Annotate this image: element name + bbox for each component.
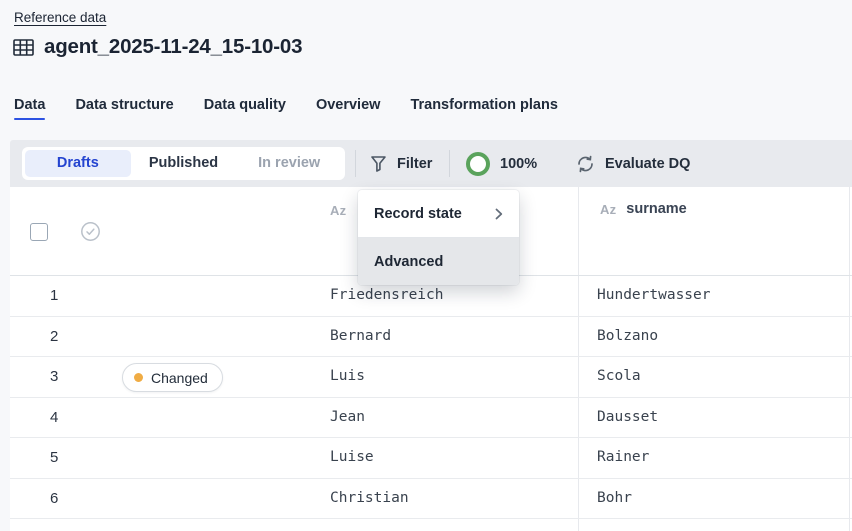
evaluate-dq-label: Evaluate DQ xyxy=(605,155,691,172)
table-row[interactable]: 2 Bernard Bolzano xyxy=(10,317,852,357)
submenu-chevron-icon xyxy=(495,208,503,220)
record-state-circle-check-icon[interactable] xyxy=(80,221,101,247)
column-type-icon-name: Az xyxy=(330,203,347,218)
table-row[interactable]: 5 Luise Rainer xyxy=(10,438,852,479)
menu-item-label: Advanced xyxy=(374,253,444,270)
filter-label: Filter xyxy=(397,155,433,172)
cell-name[interactable]: Christian xyxy=(330,490,409,506)
column-type-icon-surname: Az xyxy=(600,201,617,217)
row-number: 5 xyxy=(50,449,59,466)
cell-surname[interactable]: Rainer xyxy=(597,449,649,465)
record-state-segmented-control: Drafts Published In review xyxy=(22,147,345,180)
cell-name[interactable]: Friedensreich xyxy=(330,287,444,303)
evaluate-dq-button[interactable]: Evaluate DQ xyxy=(576,140,690,187)
tab-data[interactable]: Data xyxy=(14,97,46,123)
table-grid-icon xyxy=(13,38,34,56)
segment-in-review[interactable]: In review xyxy=(236,150,342,177)
funnel-icon xyxy=(370,155,387,173)
tab-overview[interactable]: Overview xyxy=(316,97,381,123)
filter-context-menu: Record state Advanced xyxy=(358,190,519,285)
cell-name[interactable]: Bernard xyxy=(330,328,391,344)
cell-surname[interactable]: Scola xyxy=(597,368,641,384)
cell-surname[interactable]: Bohr xyxy=(597,490,632,506)
toolbar: Drafts Published In review Filter 100% E… xyxy=(10,140,852,187)
cell-surname[interactable]: Dausset xyxy=(597,409,658,425)
table-row[interactable]: 4 Jean Dausset xyxy=(10,398,852,438)
column-label-surname: surname xyxy=(626,201,687,217)
cell-name[interactable]: Luise xyxy=(330,449,374,465)
menu-item-record-state[interactable]: Record state xyxy=(358,190,519,237)
segment-drafts[interactable]: Drafts xyxy=(25,150,131,177)
dq-ring-icon xyxy=(466,151,490,176)
tab-data-structure[interactable]: Data structure xyxy=(75,97,173,123)
cell-name[interactable]: Luis xyxy=(330,368,365,384)
row-number: 6 xyxy=(50,489,59,507)
cell-name[interactable]: Jean xyxy=(330,409,365,425)
toolbar-separator xyxy=(449,150,450,177)
app-screen: Reference data agent_2025-11-24_15-10-03… xyxy=(0,0,852,531)
tab-data-quality[interactable]: Data quality xyxy=(204,97,286,123)
row-number: 3 xyxy=(50,368,59,385)
filter-button[interactable]: Filter xyxy=(370,140,432,187)
breadcrumb[interactable]: Reference data xyxy=(14,10,106,25)
table-row[interactable]: 6 Christian Bohr xyxy=(10,479,852,519)
record-state-badge: Changed xyxy=(122,363,223,392)
menu-item-label: Record state xyxy=(374,205,462,222)
badge-label: Changed xyxy=(151,369,208,386)
cell-surname[interactable]: Bolzano xyxy=(597,328,658,344)
table-row[interactable]: 3 Changed Luis Scola xyxy=(10,357,852,398)
row-number: 1 xyxy=(50,287,59,304)
dq-score-value: 100% xyxy=(500,155,538,172)
row-number: 4 xyxy=(50,408,59,426)
tab-transformation-plans[interactable]: Transformation plans xyxy=(410,97,557,123)
title-row: agent_2025-11-24_15-10-03 xyxy=(13,35,302,59)
tab-bar: Data Data structure Data quality Overvie… xyxy=(14,97,558,123)
cell-surname[interactable]: Hundertwasser xyxy=(597,287,711,303)
refresh-icon xyxy=(576,155,595,173)
page-title: agent_2025-11-24_15-10-03 xyxy=(44,35,303,58)
menu-item-advanced[interactable]: Advanced xyxy=(358,238,519,285)
changed-dot-icon xyxy=(134,373,143,382)
select-all-checkbox[interactable] xyxy=(30,223,48,241)
segment-published[interactable]: Published xyxy=(131,150,237,177)
column-header-surname[interactable]: Az surname xyxy=(600,201,687,217)
row-number: 2 xyxy=(50,327,59,345)
dq-score[interactable]: 100% xyxy=(466,140,537,187)
toolbar-separator xyxy=(355,150,356,177)
